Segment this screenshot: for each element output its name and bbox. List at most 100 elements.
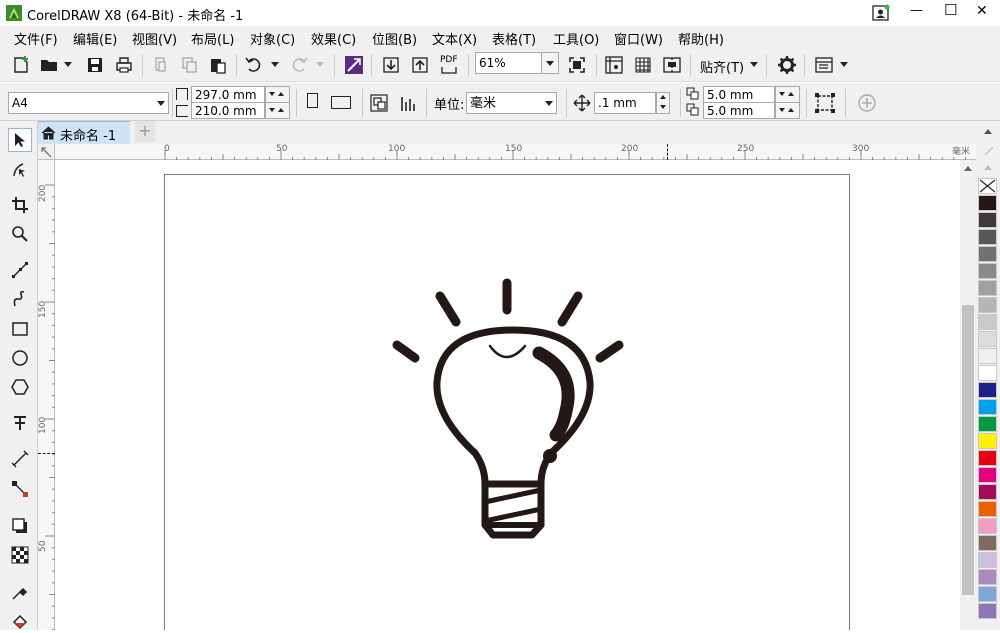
units-select[interactable]: 毫米 <box>466 92 557 114</box>
options-gear-icon[interactable] <box>775 53 799 77</box>
duplicate-x-field[interactable]: 5.0 mm <box>703 86 775 103</box>
search-content-icon[interactable] <box>342 53 366 77</box>
color-swatch[interactable] <box>978 501 997 517</box>
height-up-arrow[interactable] <box>276 102 290 119</box>
parallel-dimension-tool-icon[interactable] <box>8 447 32 471</box>
color-swatch[interactable] <box>978 348 997 364</box>
lightbulb-drawing[interactable] <box>385 272 625 562</box>
treat-as-filled-icon[interactable] <box>813 91 837 115</box>
menu-help[interactable]: 帮助(H) <box>678 29 724 48</box>
vertical-scrollbar[interactable] <box>960 160 976 630</box>
page-size-dropdown-icon[interactable] <box>157 101 165 106</box>
color-swatch[interactable] <box>978 314 997 330</box>
vertical-ruler[interactable]: 200 150 100 50 <box>38 160 55 630</box>
palette-scroll-up-icon[interactable] <box>984 129 992 134</box>
ruler-origin[interactable] <box>38 144 55 160</box>
minimize-button[interactable]: — <box>910 3 923 18</box>
user-account-icon[interactable] <box>872 4 890 22</box>
scroll-thumb[interactable] <box>962 305 974 595</box>
page-width-field[interactable]: 297.0 mm <box>191 86 265 103</box>
color-swatch[interactable] <box>978 280 997 296</box>
interactive-fill-tool-icon[interactable] <box>8 609 32 633</box>
page-height-field[interactable]: 210.0 mm <box>191 102 265 119</box>
redo-icon[interactable] <box>287 53 311 77</box>
close-button[interactable]: ✕ <box>976 3 988 19</box>
save-icon[interactable] <box>83 53 107 77</box>
page-size-select[interactable]: A4 <box>8 92 169 114</box>
color-swatch[interactable] <box>978 467 997 483</box>
color-swatch[interactable] <box>978 297 997 313</box>
document-tab[interactable]: 未命名 -1 <box>38 121 130 144</box>
transparency-tool-icon[interactable] <box>8 543 32 567</box>
eyedropper-tool-icon[interactable] <box>8 580 32 604</box>
undo-dropdown-icon[interactable] <box>271 62 279 67</box>
add-page-plus-icon[interactable] <box>855 91 879 115</box>
color-swatch[interactable] <box>978 518 997 534</box>
units-dropdown-icon[interactable] <box>545 101 553 106</box>
duplicate-x-up[interactable] <box>786 86 800 103</box>
color-swatch[interactable] <box>978 586 997 602</box>
palette-up-icon[interactable] <box>984 165 992 170</box>
text-tool-icon[interactable] <box>8 411 32 435</box>
show-guidelines-icon[interactable] <box>660 53 684 77</box>
freehand-tool-icon[interactable] <box>8 258 32 282</box>
scroll-up-icon[interactable] <box>964 166 972 171</box>
zoom-dropdown-icon[interactable] <box>541 53 558 73</box>
undo-icon[interactable] <box>242 53 266 77</box>
ellipse-tool-icon[interactable] <box>8 346 32 370</box>
color-swatch[interactable] <box>978 382 997 398</box>
print-icon[interactable] <box>112 53 136 77</box>
color-swatch[interactable] <box>978 569 997 585</box>
zoom-level-field[interactable]: 61% <box>475 52 559 74</box>
paste-icon[interactable] <box>206 53 230 77</box>
new-document-icon[interactable] <box>9 53 33 77</box>
color-swatch[interactable] <box>978 535 997 551</box>
color-swatch[interactable] <box>978 450 997 466</box>
landscape-icon[interactable] <box>331 96 351 109</box>
color-swatch[interactable] <box>978 263 997 279</box>
menu-window[interactable]: 窗口(W) <box>614 29 663 48</box>
import-icon[interactable] <box>379 53 403 77</box>
crop-tool-icon[interactable] <box>8 193 32 217</box>
menu-effects[interactable]: 效果(C) <box>311 29 356 48</box>
color-swatch[interactable] <box>978 399 997 415</box>
cut-icon[interactable] <box>149 53 173 77</box>
horizontal-ruler[interactable]: 0 50 100 150 200 250 300 毫米 <box>55 144 976 160</box>
polygon-tool-icon[interactable] <box>8 375 32 399</box>
menu-edit[interactable]: 编辑(E) <box>73 29 117 48</box>
nudge-spinner[interactable] <box>656 92 670 114</box>
color-swatch[interactable] <box>978 603 997 619</box>
application-launcher-icon[interactable] <box>812 53 836 77</box>
color-swatch[interactable] <box>978 484 997 500</box>
redo-dropdown-icon[interactable] <box>316 62 324 67</box>
open-folder-icon[interactable] <box>37 53 61 77</box>
shape-tool-icon[interactable] <box>8 158 32 182</box>
export-icon[interactable] <box>408 53 432 77</box>
color-swatch[interactable] <box>978 365 997 381</box>
no-color-swatch[interactable] <box>978 178 997 194</box>
full-screen-icon[interactable] <box>565 53 589 77</box>
duplicate-y-field[interactable]: 5.0 mm <box>703 102 775 119</box>
add-document-tab-button[interactable]: + <box>135 121 155 142</box>
publish-pdf-icon[interactable]: PDF <box>438 55 460 75</box>
color-swatch[interactable] <box>978 416 997 432</box>
zoom-tool-icon[interactable] <box>8 222 32 246</box>
drawing-canvas[interactable] <box>55 160 960 630</box>
menu-tools[interactable]: 工具(O) <box>553 29 599 48</box>
color-swatch[interactable] <box>978 433 997 449</box>
artistic-media-tool-icon[interactable] <box>8 287 32 311</box>
rectangle-tool-icon[interactable] <box>8 317 32 341</box>
color-swatch[interactable] <box>978 552 997 568</box>
menu-object[interactable]: 对象(C) <box>250 29 295 48</box>
color-swatch[interactable] <box>978 246 997 262</box>
color-swatch[interactable] <box>978 229 997 245</box>
color-swatch[interactable] <box>978 331 997 347</box>
portrait-icon[interactable] <box>307 93 318 108</box>
drop-shadow-tool-icon[interactable] <box>8 514 32 538</box>
menu-text[interactable]: 文本(X) <box>432 29 477 48</box>
launcher-dropdown-icon[interactable] <box>840 62 848 67</box>
menu-file[interactable]: 文件(F) <box>14 29 58 48</box>
color-swatch[interactable] <box>978 212 997 228</box>
nudge-distance-field[interactable]: .1 mm <box>594 92 656 114</box>
chevron-down-icon[interactable] <box>64 62 72 67</box>
